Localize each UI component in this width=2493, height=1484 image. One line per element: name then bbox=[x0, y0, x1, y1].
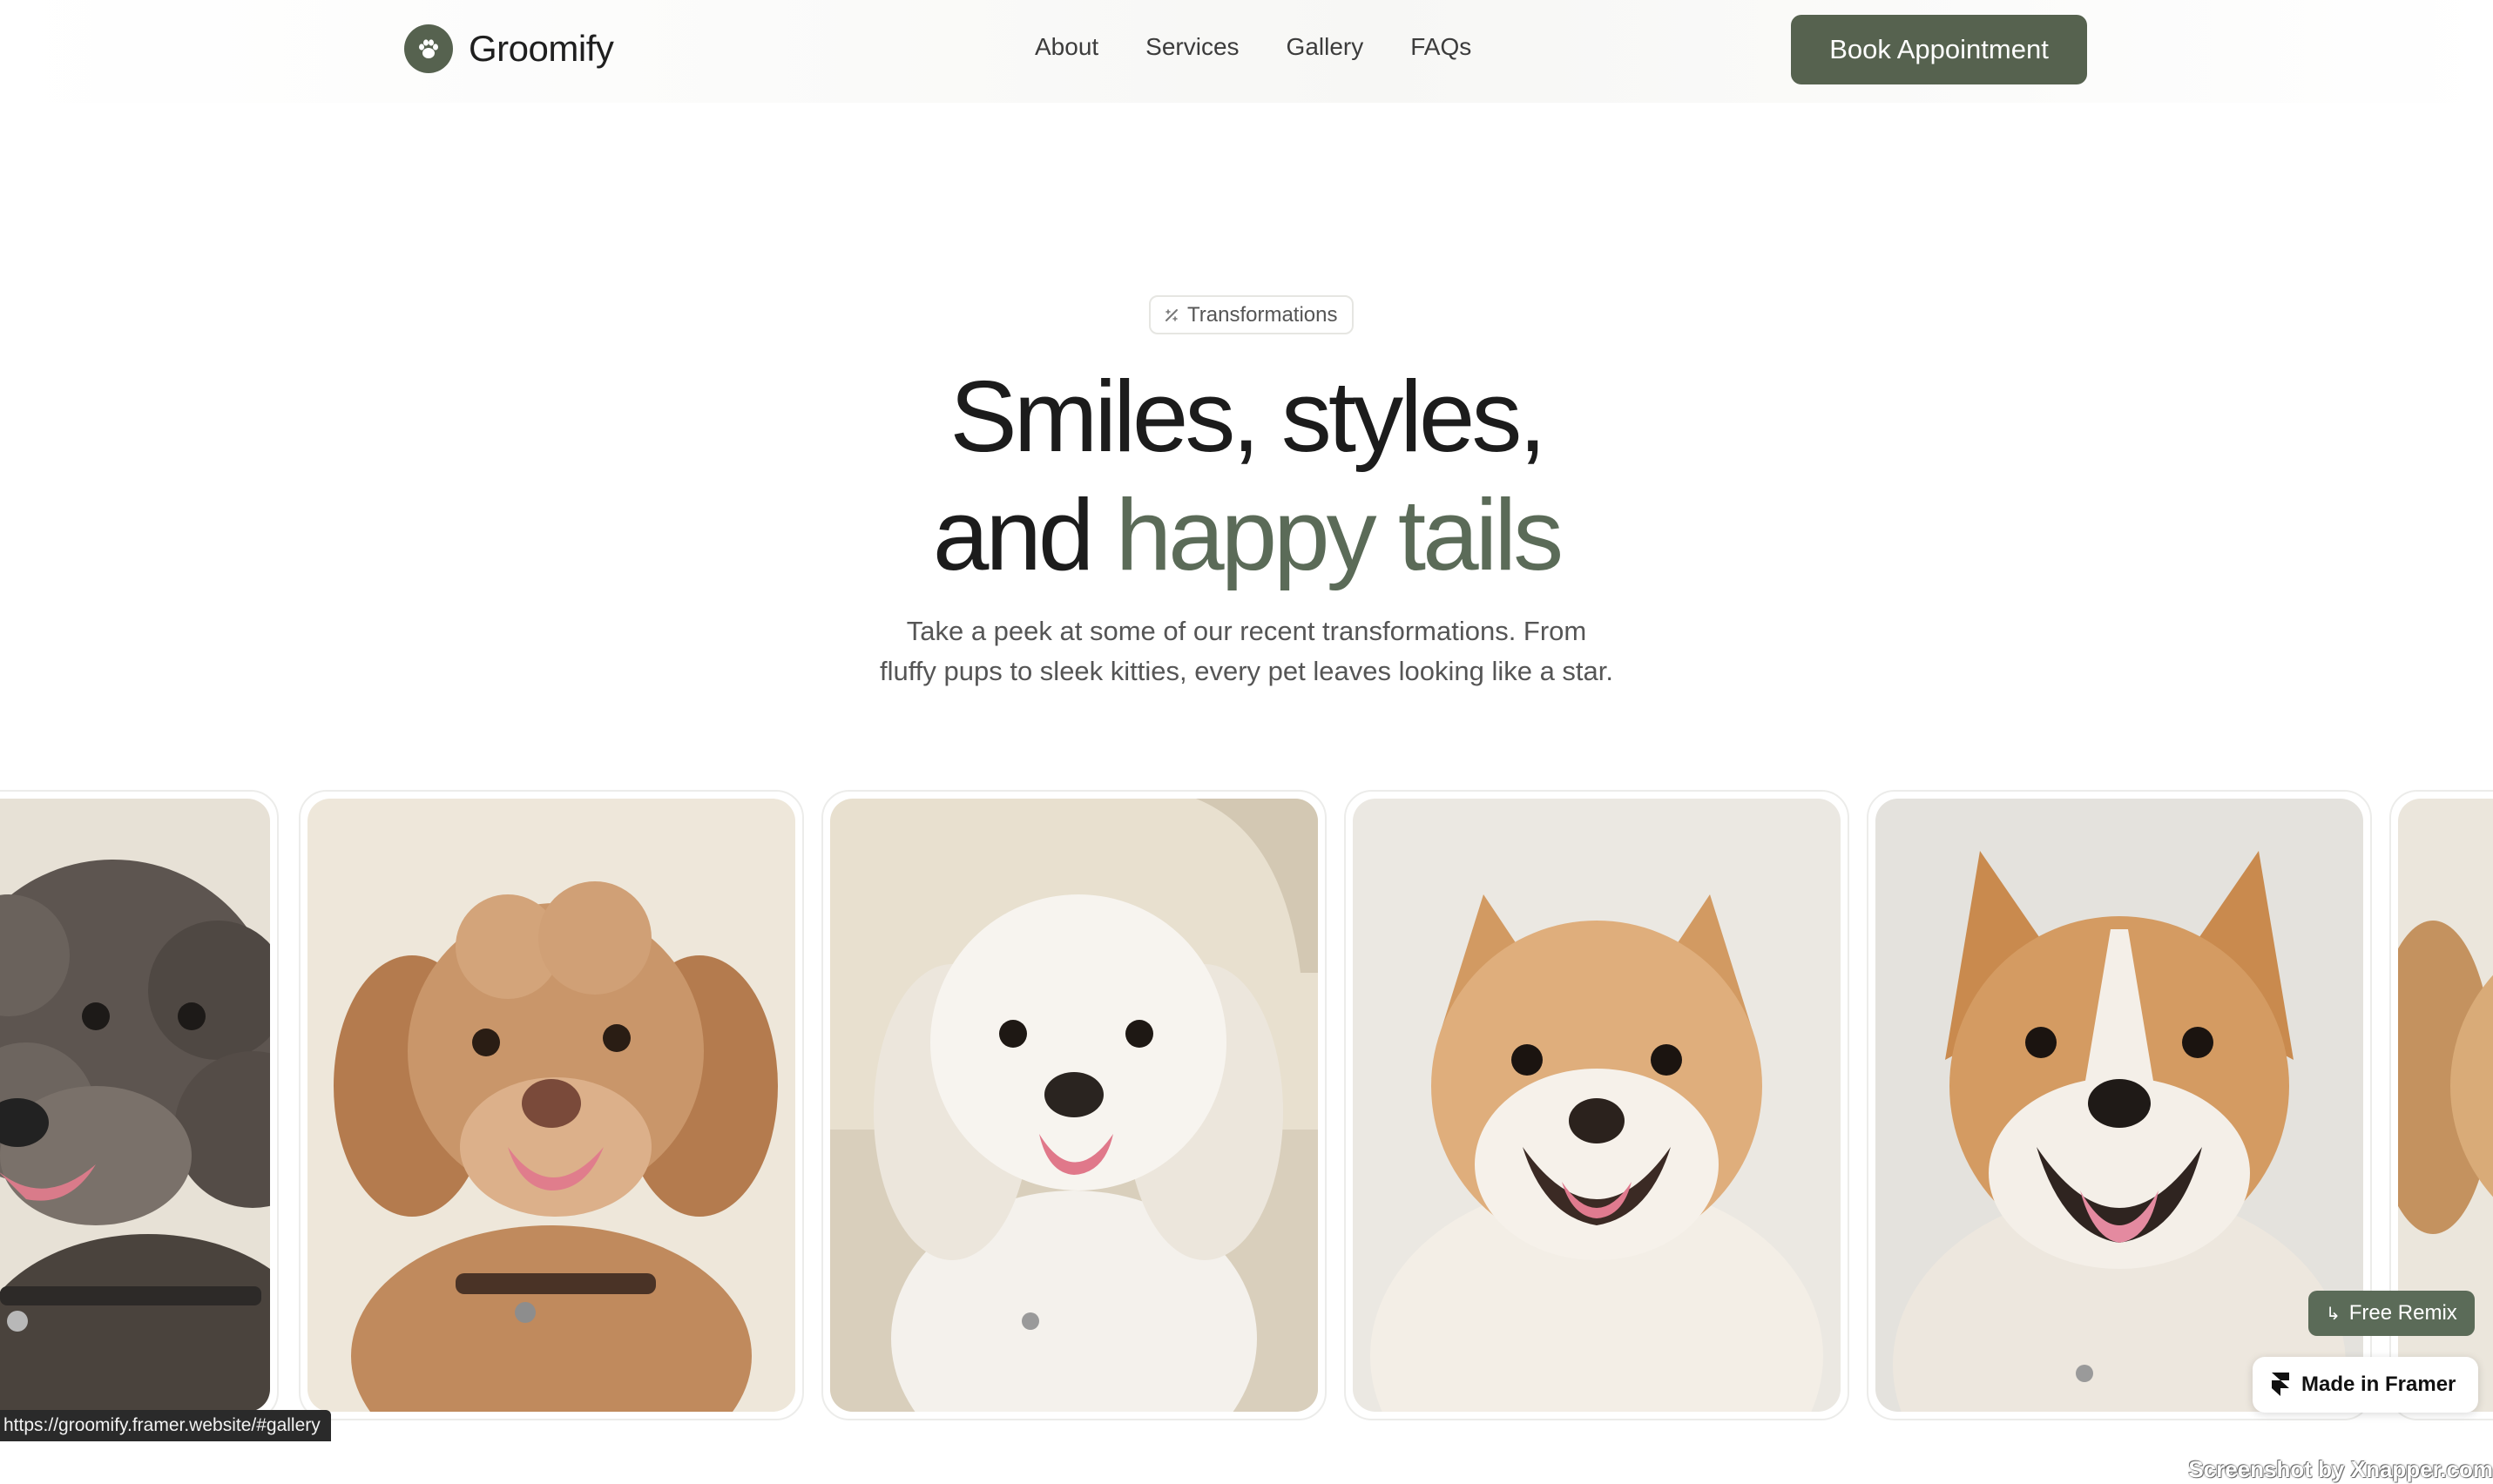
brand-logo[interactable]: Groomify bbox=[404, 24, 614, 73]
made-in-framer-badge[interactable]: Made in Framer bbox=[2253, 1357, 2479, 1413]
subtitle-line-2: fluffy pups to sleek kitties, every pet … bbox=[879, 656, 1614, 686]
subtitle-line-1: Take a peek at some of our recent transf… bbox=[906, 616, 1587, 646]
gallery-card-apricot-poodle[interactable] bbox=[299, 790, 804, 1420]
remix-arrow-icon: ↳ bbox=[2326, 1304, 2341, 1324]
framer-logo-icon bbox=[2272, 1373, 2289, 1397]
made-in-framer-label: Made in Framer bbox=[2301, 1373, 2456, 1396]
dog-photo bbox=[307, 799, 795, 1412]
gallery-card-white-maltese[interactable] bbox=[821, 790, 1327, 1420]
free-remix-label: Free Remix bbox=[2348, 1301, 2457, 1325]
dog-photo bbox=[1353, 799, 1841, 1412]
nav-gallery[interactable]: Gallery bbox=[1287, 33, 1364, 61]
status-bar-url: https://groomify.framer.website/#gallery bbox=[0, 1410, 331, 1441]
dog-photo bbox=[0, 799, 270, 1412]
nav-about[interactable]: About bbox=[1035, 33, 1098, 61]
page: Groomify About Services Gallery FAQs Boo… bbox=[0, 0, 2493, 1484]
screenshot-watermark: Screenshot by Xnapper.com bbox=[2188, 1456, 2493, 1482]
nav-services[interactable]: Services bbox=[1145, 33, 1239, 61]
paw-icon bbox=[404, 24, 453, 73]
dog-photo bbox=[1875, 799, 2363, 1412]
sparkle-icon bbox=[1163, 307, 1180, 324]
gallery-card-dark-poodle[interactable] bbox=[0, 790, 279, 1420]
free-remix-button[interactable]: ↳ Free Remix bbox=[2308, 1291, 2475, 1336]
gallery-card-corgi-mix[interactable] bbox=[1867, 790, 2372, 1420]
site-header: Groomify About Services Gallery FAQs Boo… bbox=[0, 0, 2493, 103]
nav-faqs[interactable]: FAQs bbox=[1410, 33, 1471, 61]
main-nav: About Services Gallery FAQs bbox=[1035, 33, 1471, 61]
title-line-2-prefix: and bbox=[932, 478, 1116, 591]
page-title: Smiles, styles, and happy tails bbox=[0, 357, 2493, 594]
page-subtitle: Take a peek at some of our recent transf… bbox=[0, 611, 2493, 691]
badge-label: Transformations bbox=[1187, 302, 1338, 327]
gallery-strip[interactable] bbox=[0, 790, 2493, 1420]
title-accent: happy tails bbox=[1115, 478, 1564, 591]
brand-name: Groomify bbox=[469, 28, 614, 69]
title-line-1: Smiles, styles, bbox=[949, 360, 1546, 473]
section-badge: Transformations bbox=[1149, 295, 1354, 334]
gallery-card-pomeranian[interactable] bbox=[1344, 790, 1849, 1420]
dog-photo bbox=[830, 799, 1318, 1412]
book-appointment-button[interactable]: Book Appointment bbox=[1791, 15, 2087, 84]
